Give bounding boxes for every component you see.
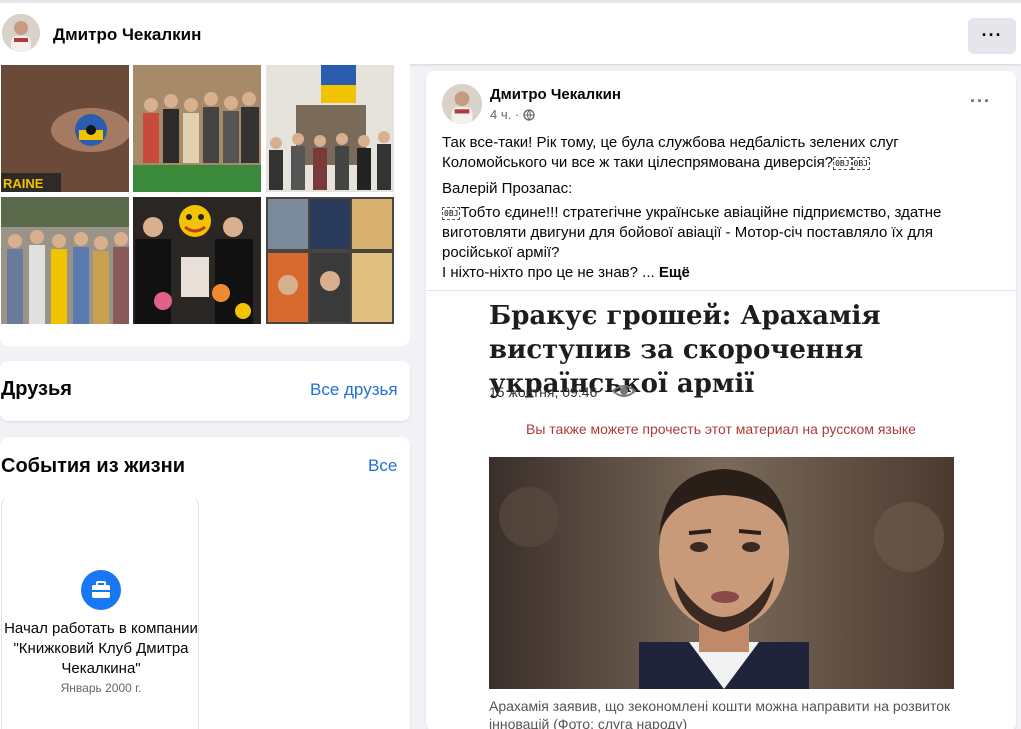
meta-separator: ·	[514, 107, 520, 122]
post-paragraph: І ніхто-ніхто про це не знав? ... Ещё	[442, 264, 690, 281]
life-event-date: Январь 2000 г.	[60, 681, 142, 695]
all-friends-link[interactable]: Все друзья	[310, 380, 398, 400]
photo-tile[interactable]	[266, 197, 394, 324]
photo-tile[interactable]: RAINE	[1, 65, 129, 192]
emoji-glyph: 0BJ	[851, 157, 870, 170]
more-options-button[interactable]: ···	[968, 18, 1016, 54]
post-card: Дмитро Чекалкин 4 ч. · ··· Так все-таки!…	[426, 71, 1016, 729]
article-photo-caption: Арахамія заявив, що зекономлені кошти мо…	[489, 698, 951, 729]
profile-name[interactable]: Дмитро Чекалкин	[53, 25, 201, 45]
eye-icon	[611, 383, 637, 404]
see-more-link[interactable]: Ещё	[659, 264, 690, 281]
post-author-avatar[interactable]	[442, 84, 482, 124]
post-meta: 4 ч. ·	[490, 107, 535, 124]
life-event-item[interactable]: Начал работать в компании "Книжковий Клу…	[1, 497, 199, 729]
photo-grid: RAINE	[0, 64, 410, 346]
post-options-button[interactable]: ···	[970, 91, 991, 112]
friends-card: Друзья Все друзья	[0, 361, 410, 421]
briefcase-icon	[81, 570, 121, 610]
life-events-title: События из жизни	[1, 455, 185, 477]
post-timestamp[interactable]: 4 ч.	[490, 107, 511, 122]
globe-icon	[523, 109, 535, 124]
photo-tile[interactable]	[1, 197, 129, 324]
emoji-glyph: 0BJ	[442, 207, 461, 220]
photo-tile[interactable]	[133, 197, 261, 324]
photo-caption: RAINE	[3, 176, 44, 191]
shared-article[interactable]: Бракує грошей: Арахамія виступив за скор…	[426, 290, 1016, 729]
post-author-name[interactable]: Дмитро Чекалкин	[490, 86, 621, 103]
all-events-link[interactable]: Все	[368, 456, 397, 476]
quote-author: Валерій Прозапас:	[442, 180, 573, 197]
life-event-text: Начал работать в компании "Книжковий Клу…	[4, 620, 198, 677]
article-date: 15 жовтня, 09:46	[489, 384, 598, 400]
photo-tile[interactable]	[266, 65, 394, 192]
photo-tile[interactable]	[133, 65, 261, 192]
post-body: Так все-таки! Рік тому, це була службова…	[442, 133, 1002, 287]
profile-avatar[interactable]	[2, 14, 40, 52]
post-paragraph: 0BJ Тобто єдине!!! стратегічне українське…	[442, 204, 942, 261]
emoji-glyph: 0BJ	[833, 157, 852, 170]
friends-title: Друзья	[1, 378, 72, 400]
article-photo	[489, 457, 954, 689]
profile-header-bar: Дмитро Чекалкин ···	[0, 0, 1021, 64]
russian-version-notice[interactable]: Вы также можете прочесть этот материал н…	[426, 421, 1016, 437]
life-events-card: События из жизни Все Начал работать в ко…	[0, 437, 410, 729]
post-paragraph: Так все-таки! Рік тому, це була службова…	[442, 134, 899, 171]
